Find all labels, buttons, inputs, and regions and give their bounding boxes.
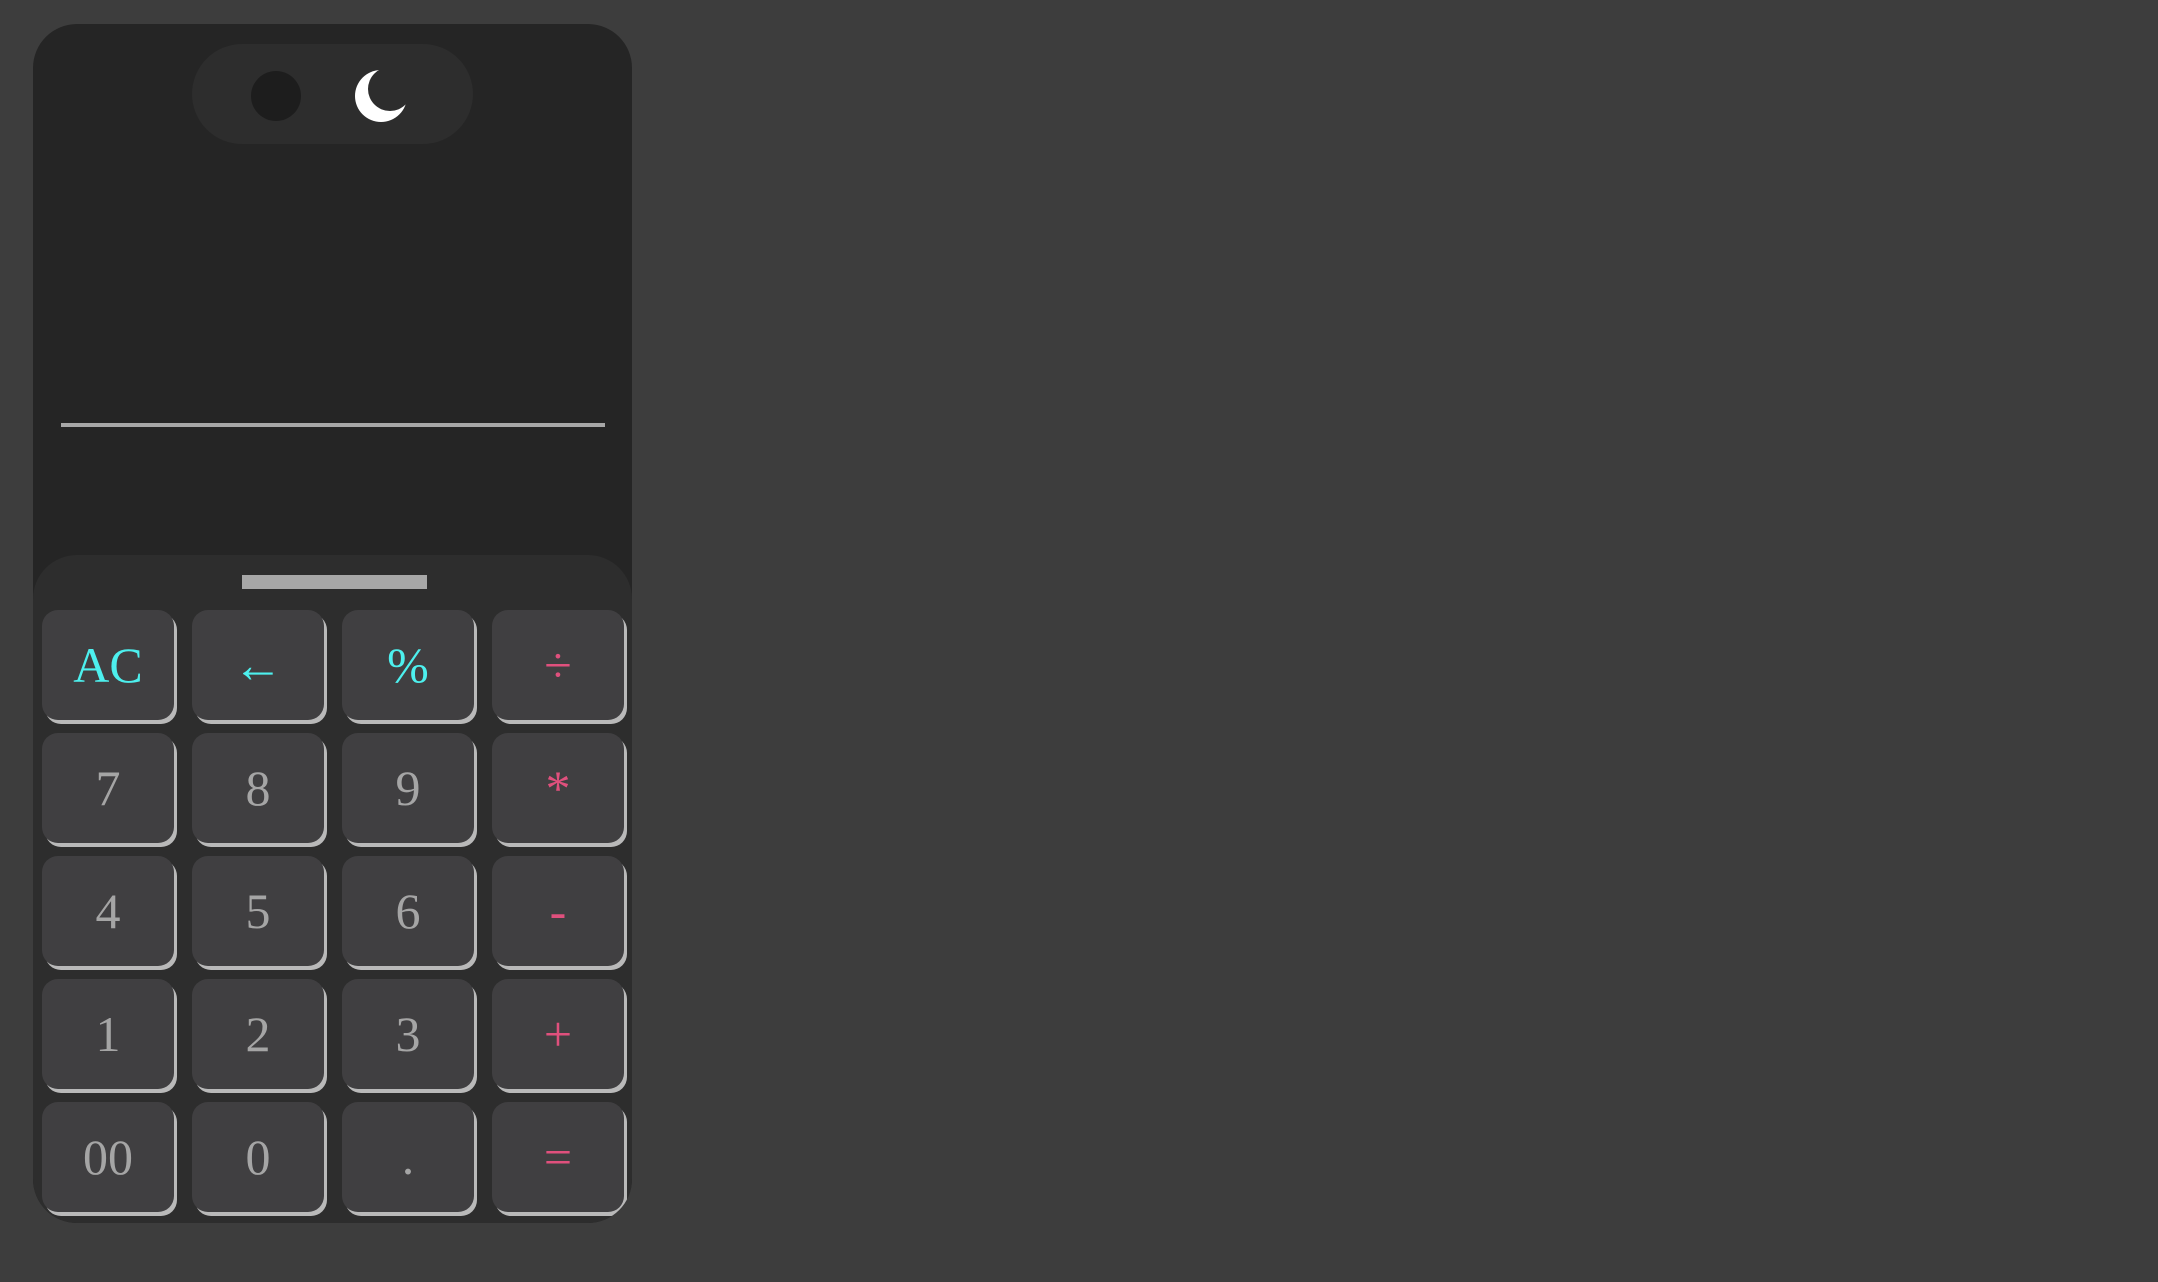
backspace-button[interactable]: ← xyxy=(192,610,324,720)
digit-5-button[interactable]: 5 xyxy=(192,856,324,966)
multiply-button[interactable]: * xyxy=(492,733,624,843)
digit-2-button[interactable]: 2 xyxy=(192,979,324,1089)
moon-icon[interactable] xyxy=(354,69,408,123)
digit-3-button[interactable]: 3 xyxy=(342,979,474,1089)
all-clear-button[interactable]: AC xyxy=(42,610,174,720)
theme-toggle[interactable] xyxy=(192,44,473,144)
display-divider xyxy=(61,423,605,427)
add-button[interactable]: + xyxy=(492,979,624,1089)
equals-button[interactable]: = xyxy=(492,1102,624,1212)
digit-1-button[interactable]: 1 xyxy=(42,979,174,1089)
digit-8-button[interactable]: 8 xyxy=(192,733,324,843)
divide-button[interactable]: ÷ xyxy=(492,610,624,720)
display xyxy=(61,174,605,444)
double-zero-button[interactable]: 00 xyxy=(42,1102,174,1212)
circle-icon[interactable] xyxy=(251,71,301,121)
decimal-button[interactable]: . xyxy=(342,1102,474,1212)
keys-grid: AC ←% ÷ 7 8 9 * 4 5 6- 1 2 3 +00 0. = xyxy=(42,610,624,1212)
digit-0-button[interactable]: 0 xyxy=(192,1102,324,1212)
digit-9-button[interactable]: 9 xyxy=(342,733,474,843)
digit-7-button[interactable]: 7 xyxy=(42,733,174,843)
keypad: AC ←% ÷ 7 8 9 * 4 5 6- 1 2 3 +00 0. = xyxy=(33,555,632,1223)
calculator: AC ←% ÷ 7 8 9 * 4 5 6- 1 2 3 +00 0. = xyxy=(33,24,632,1223)
digit-4-button[interactable]: 4 xyxy=(42,856,174,966)
subtract-button[interactable]: - xyxy=(492,856,624,966)
digit-6-button[interactable]: 6 xyxy=(342,856,474,966)
percent-button[interactable]: % xyxy=(342,610,474,720)
drag-handle[interactable] xyxy=(242,575,427,589)
